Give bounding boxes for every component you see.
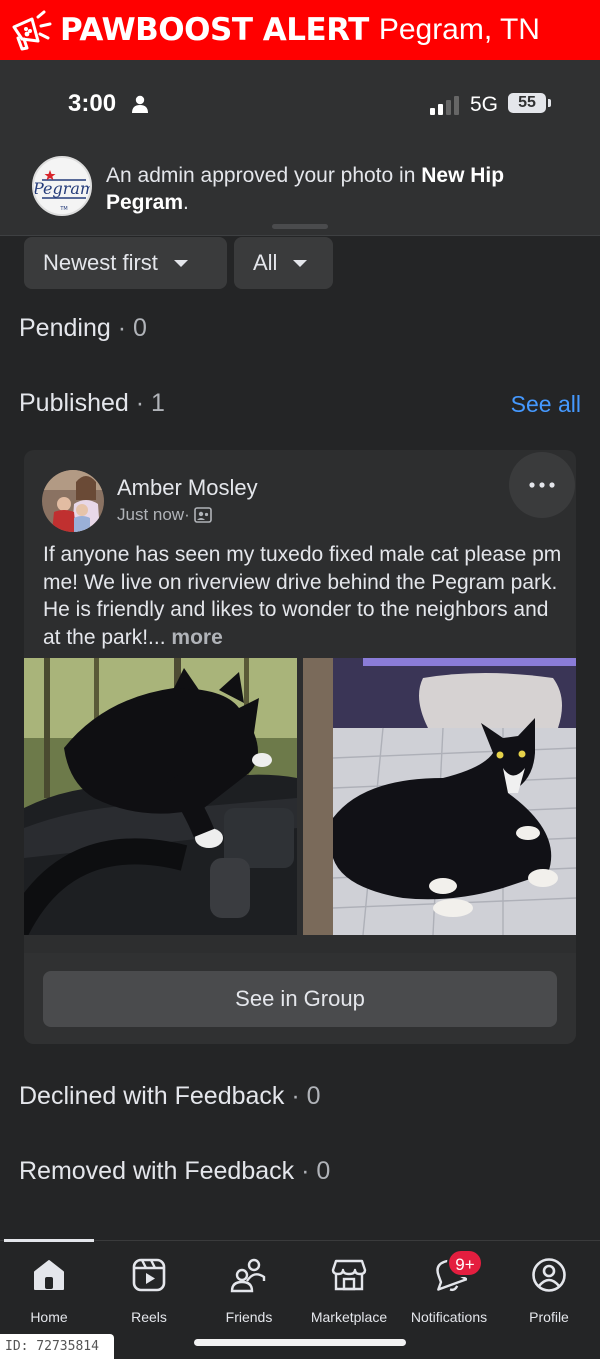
group-privacy-icon: [193, 507, 212, 523]
published-heading: Published · 1: [19, 389, 165, 418]
removed-separator: ·: [294, 1157, 317, 1185]
image-id-label: ID: 72735814: [0, 1334, 114, 1359]
profile-icon: [532, 1258, 566, 1292]
tab-reels[interactable]: Reels: [99, 1255, 199, 1325]
tab-home-label: Home: [30, 1309, 68, 1325]
pegram-logo-icon: Pegram TM: [34, 158, 92, 214]
battery-icon: 55: [508, 93, 546, 113]
scope-dropdown[interactable]: All: [234, 237, 333, 289]
caret-down-icon: [293, 259, 308, 267]
tab-friends[interactable]: Friends: [199, 1255, 299, 1325]
tab-friends-label: Friends: [225, 1309, 273, 1325]
notification-text: An admin approved your photo in New Hip …: [106, 162, 576, 216]
published-post-card: Amber Mosley Just now · If anyone has se…: [24, 450, 576, 1044]
drag-handle[interactable]: [272, 224, 328, 229]
marketplace-icon: [331, 1259, 367, 1291]
tab-marketplace[interactable]: Marketplace: [299, 1255, 399, 1325]
notification-prefix: An admin approved your photo in: [106, 164, 422, 187]
post-timestamp: Just now: [117, 505, 185, 524]
post-photo-2[interactable]: [303, 658, 576, 935]
declined-heading: Declined with Feedback · 0: [19, 1082, 321, 1111]
status-bar: 3:00 5G 55: [0, 60, 600, 148]
post-options-button[interactable]: [509, 452, 575, 518]
group-logo-avatar: Pegram TM: [32, 156, 92, 216]
removed-count: 0: [316, 1157, 331, 1185]
tab-marketplace-label: Marketplace: [310, 1309, 388, 1325]
network-label: 5G: [470, 93, 499, 116]
declined-separator: ·: [284, 1082, 307, 1110]
active-tab-indicator: [4, 1239, 94, 1242]
see-more-link[interactable]: more: [171, 626, 222, 649]
battery-tip: [548, 99, 551, 107]
sort-label: Newest first: [43, 250, 158, 275]
see-all-link[interactable]: See all: [511, 391, 581, 418]
pending-label: Pending: [19, 314, 111, 342]
notifications-badge: 9+: [447, 1249, 483, 1277]
megaphone-paw-icon: [12, 10, 52, 51]
author-photo: [42, 470, 104, 532]
home-icon: [34, 1260, 64, 1290]
post-text: If anyone has seen my tuxedo fixed male …: [43, 543, 562, 649]
post-body: If anyone has seen my tuxedo fixed male …: [43, 541, 563, 651]
sort-dropdown[interactable]: Newest first: [24, 237, 227, 289]
author-avatar[interactable]: [42, 470, 104, 532]
admin-approval-notification[interactable]: Pegram TM An admin approved your photo i…: [0, 148, 600, 236]
pending-separator: ·: [110, 314, 133, 342]
published-separator: ·: [128, 389, 152, 417]
more-dots-icon: [529, 482, 555, 488]
friends-icon: [230, 1258, 266, 1293]
tab-home[interactable]: Home: [0, 1255, 99, 1325]
post-time-separator: ·: [184, 505, 190, 524]
published-count: 1: [151, 389, 165, 417]
post-photo-1[interactable]: [24, 658, 297, 935]
tab-reels-label: Reels: [131, 1309, 167, 1325]
removed-label: Removed with Feedback: [19, 1157, 295, 1185]
published-label: Published: [19, 389, 129, 417]
caret-down-icon: [173, 259, 188, 267]
status-time: 3:00: [68, 90, 117, 117]
alert-location: Pegram, TN: [378, 13, 540, 46]
pawboost-alert-banner: PAWBOOST ALERT Pegram, TN: [0, 0, 600, 60]
removed-heading: Removed with Feedback · 0: [19, 1157, 330, 1186]
logo-text: Pegram: [34, 179, 92, 198]
declined-label: Declined with Feedback: [19, 1082, 285, 1110]
tab-profile[interactable]: Profile: [499, 1255, 599, 1325]
pending-count: 0: [132, 314, 147, 342]
pending-heading: Pending · 0: [19, 314, 147, 343]
reels-icon: [132, 1258, 166, 1292]
notification-suffix: .: [183, 191, 189, 214]
home-indicator[interactable]: [194, 1339, 406, 1346]
person-icon: [132, 95, 148, 113]
cat-on-bed-photo: [303, 658, 576, 935]
tab-notifications[interactable]: 9+ Notifications: [399, 1249, 499, 1325]
alert-brand: PAWBOOST ALERT: [60, 12, 369, 48]
svg-text:TM: TM: [59, 206, 67, 212]
declined-count: 0: [306, 1082, 321, 1110]
post-author-name[interactable]: Amber Mosley: [117, 475, 258, 501]
see-in-group-button[interactable]: See in Group: [43, 971, 557, 1027]
post-meta: Just now ·: [117, 505, 212, 525]
cat-in-car-photo: [24, 658, 297, 935]
tab-profile-label: Profile: [529, 1309, 569, 1325]
signal-icon: [430, 96, 459, 115]
scope-label: All: [253, 250, 278, 275]
post-footer: See in Group: [24, 953, 576, 1044]
tab-notifications-label: Notifications: [410, 1309, 488, 1325]
